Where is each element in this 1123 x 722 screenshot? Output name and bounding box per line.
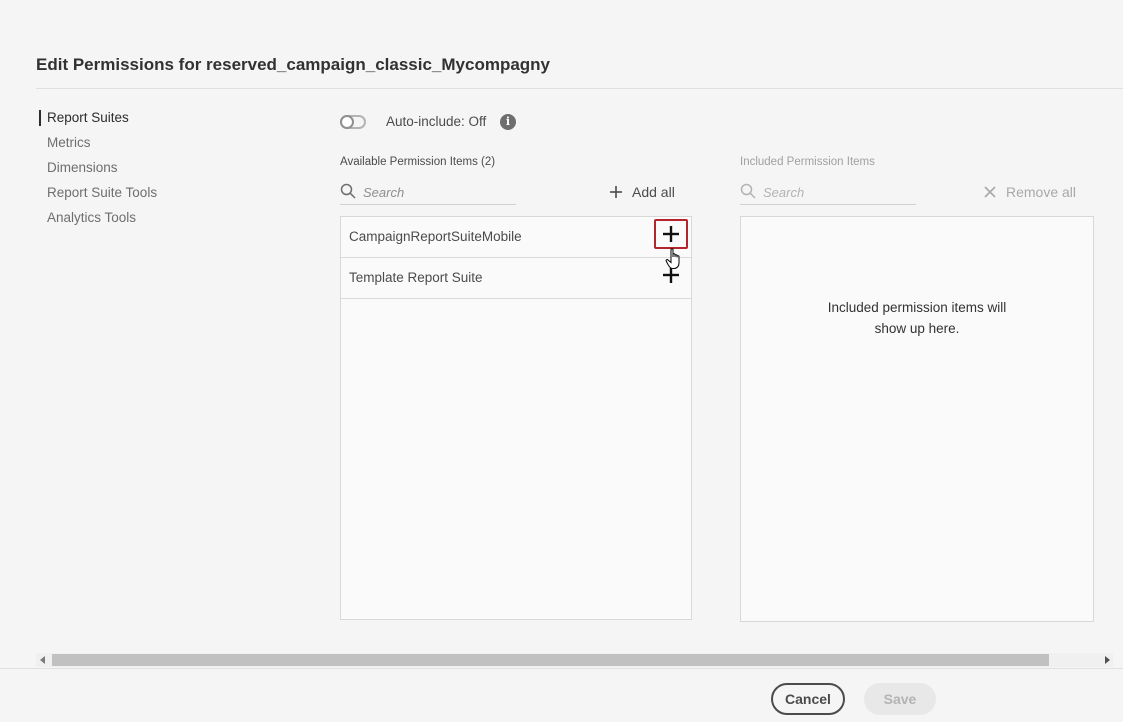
included-header: Included Permission Items [740, 156, 875, 168]
plus-icon [663, 226, 679, 242]
permissions-nav: Report Suites Metrics Dimensions Report … [36, 108, 256, 233]
scroll-right-icon[interactable] [1105, 656, 1110, 664]
add-all-button[interactable]: Add all [609, 182, 675, 202]
empty-message-line: show up here. [874, 321, 960, 336]
empty-message-line: Included permission items will [827, 300, 1007, 315]
search-icon [340, 183, 356, 199]
toggle-knob [340, 115, 354, 129]
scroll-left-icon[interactable] [40, 656, 45, 664]
remove-all-label: Remove all [1006, 184, 1077, 200]
plus-icon [663, 267, 679, 283]
search-icon [740, 183, 756, 199]
scrollbar-thumb[interactable] [52, 654, 1049, 666]
included-search [740, 181, 916, 205]
included-list: Included permission items will show up h… [740, 216, 1094, 622]
remove-all-button[interactable]: Remove all [983, 182, 1076, 202]
cancel-button[interactable]: Cancel [771, 683, 845, 715]
nav-item-dimensions[interactable]: Dimensions [36, 158, 256, 183]
auto-include-label: Auto-include: Off [386, 114, 487, 129]
available-list: CampaignReportSuiteMobile Template Repor… [340, 216, 692, 620]
horizontal-scrollbar[interactable] [36, 653, 1113, 667]
available-header: Available Permission Items (2) [340, 156, 496, 168]
dialog-footer: Cancel Save [0, 668, 1123, 722]
list-item-label: CampaignReportSuiteMobile [349, 229, 522, 244]
nav-item-report-suite-tools[interactable]: Report Suite Tools [36, 183, 256, 208]
save-button[interactable]: Save [864, 683, 936, 715]
nav-item-analytics-tools[interactable]: Analytics Tools [36, 208, 256, 233]
info-icon[interactable]: i [500, 114, 516, 130]
included-empty-message: Included permission items will show up h… [741, 297, 1093, 339]
nav-item-report-suites[interactable]: Report Suites [36, 108, 256, 133]
nav-item-metrics[interactable]: Metrics [36, 133, 256, 158]
available-search-input[interactable] [363, 181, 516, 203]
included-search-input[interactable] [763, 181, 916, 203]
add-item-button[interactable] [654, 260, 688, 290]
available-search [340, 181, 516, 205]
close-icon [984, 186, 996, 198]
list-item: CampaignReportSuiteMobile [341, 217, 691, 258]
add-item-button[interactable] [654, 219, 688, 249]
add-all-label: Add all [632, 184, 675, 200]
title-divider [36, 88, 1123, 89]
plus-icon [610, 186, 622, 198]
dialog-title: Edit Permissions for reserved_campaign_c… [36, 55, 551, 74]
list-item: Template Report Suite [341, 258, 691, 299]
list-item-label: Template Report Suite [349, 270, 483, 285]
auto-include-toggle[interactable] [340, 115, 366, 129]
